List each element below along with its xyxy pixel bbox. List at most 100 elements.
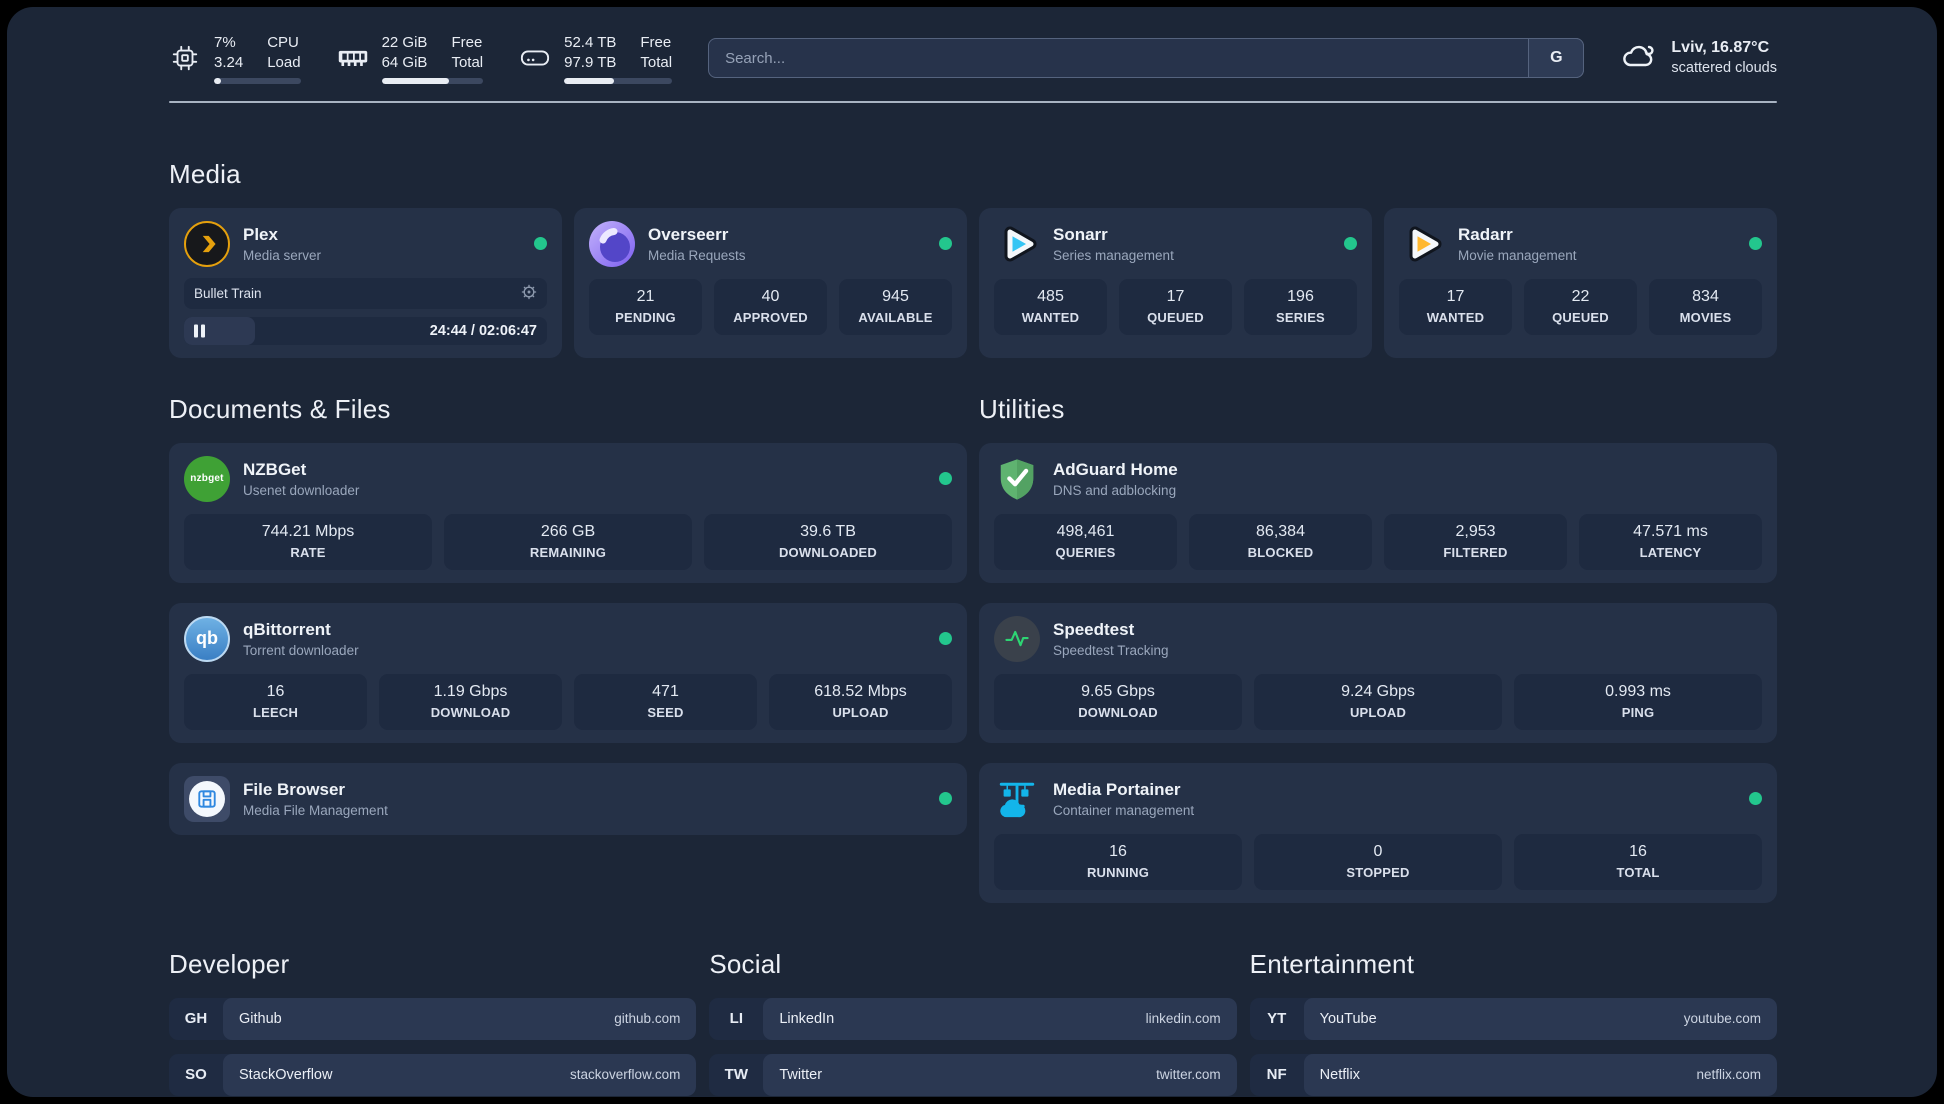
entertainment-section-title: Entertainment bbox=[1249, 948, 1415, 979]
stat-tile: 16 RUNNING bbox=[994, 833, 1242, 890]
status-dot bbox=[1749, 237, 1762, 251]
stat-tile: 86,384 BLOCKED bbox=[1189, 513, 1372, 570]
link-youtube[interactable]: YT YouTube youtube.com bbox=[1249, 997, 1777, 1040]
stat-tile: 9.24 Gbps UPLOAD bbox=[1254, 673, 1502, 730]
link-name: YouTube bbox=[1319, 1010, 1377, 1027]
memory-progress-bar bbox=[381, 77, 484, 84]
service-name: NZBGet bbox=[243, 459, 307, 479]
nzbget-card[interactable]: nzbget NZBGet Usenet downloader 744.21 M… bbox=[169, 442, 967, 583]
utilities-section-title: Utilities bbox=[979, 393, 1065, 424]
search-container: G bbox=[708, 38, 1585, 79]
filebrowser-icon bbox=[184, 775, 230, 822]
ram-icon bbox=[337, 42, 369, 74]
adguard-card[interactable]: AdGuard Home DNS and adblocking 498,461 … bbox=[979, 442, 1777, 583]
plex-icon bbox=[184, 220, 230, 267]
stat-tile: 17 QUEUED bbox=[1119, 278, 1232, 335]
search-input[interactable] bbox=[708, 38, 1585, 79]
qbittorrent-card[interactable]: qb qBittorrent Torrent downloader 16 LEE… bbox=[169, 602, 967, 743]
service-name: AdGuard Home bbox=[1053, 459, 1178, 479]
now-playing-row: Bullet Train bbox=[184, 277, 547, 309]
header-divider bbox=[169, 100, 1777, 103]
link-tag: TW bbox=[724, 1066, 748, 1084]
weather-widget: Lviv, 16.87°C scattered clouds bbox=[1620, 38, 1777, 78]
search-engine-button[interactable]: G bbox=[1528, 38, 1585, 79]
stat-tile: 9.65 Gbps DOWNLOAD bbox=[994, 673, 1242, 730]
service-name: Plex bbox=[243, 224, 278, 244]
stat-tile: 498,461 QUERIES bbox=[994, 513, 1177, 570]
link-stackoverflow[interactable]: SO StackOverflow stackoverflow.com bbox=[169, 1053, 697, 1096]
service-desc: Media Requests bbox=[648, 247, 746, 263]
settings-icon[interactable] bbox=[521, 284, 537, 303]
top-bar: 7% 3.24 CPU Load 22 GiB 64 GiB Free Tota… bbox=[169, 33, 1777, 84]
stat-tile: 196 SERIES bbox=[1244, 278, 1357, 335]
disk-stat: 52.4 TB 97.9 TB Free Total bbox=[519, 33, 673, 84]
link-netflix[interactable]: NF Netflix netflix.com bbox=[1249, 1053, 1777, 1096]
weather-condition: scattered clouds bbox=[1671, 60, 1777, 77]
link-url: linkedin.com bbox=[1145, 1011, 1221, 1027]
status-dot bbox=[1749, 792, 1762, 806]
portainer-icon bbox=[994, 776, 1040, 822]
disk-progress-bar bbox=[564, 77, 673, 84]
status-dot bbox=[939, 632, 952, 646]
stat-tile: 485 WANTED bbox=[994, 278, 1107, 335]
cpu-chip-icon bbox=[169, 42, 201, 74]
radarr-card[interactable]: Radarr Movie management 17 WANTED 22 QUE… bbox=[1384, 207, 1777, 358]
sonarr-card[interactable]: Sonarr Series management 485 WANTED 17 Q… bbox=[979, 207, 1372, 358]
system-stats: 7% 3.24 CPU Load 22 GiB 64 GiB Free Tota… bbox=[169, 33, 673, 84]
status-dot bbox=[939, 237, 952, 251]
service-desc: DNS and adblocking bbox=[1053, 482, 1177, 498]
developer-section: Developer GH Github github.com SO StackO… bbox=[169, 949, 697, 1097]
cpu-usage-value: 7% bbox=[214, 34, 236, 51]
link-url: netflix.com bbox=[1696, 1067, 1761, 1083]
dashboard-panel: 7% 3.24 CPU Load 22 GiB 64 GiB Free Tota… bbox=[7, 7, 1937, 1097]
playback-time: 24:44 / 02:06:47 bbox=[429, 322, 537, 339]
link-url: youtube.com bbox=[1683, 1011, 1761, 1027]
link-tag: NF bbox=[1266, 1066, 1287, 1084]
stat-tile: 2,953 FILTERED bbox=[1384, 513, 1567, 570]
adguard-icon bbox=[994, 456, 1040, 502]
link-linkedin[interactable]: LI LinkedIn linkedin.com bbox=[709, 997, 1237, 1040]
stat-tile: 0.993 ms PING bbox=[1514, 673, 1762, 730]
memory-total-value: 64 GiB bbox=[381, 53, 428, 71]
cloud-icon bbox=[1620, 42, 1658, 75]
link-name: StackOverflow bbox=[239, 1066, 333, 1083]
link-twitter[interactable]: TW Twitter twitter.com bbox=[709, 1053, 1237, 1096]
plex-card[interactable]: Plex Media server Bullet Train 24:44 / 0… bbox=[169, 207, 562, 358]
cpu-stat: 7% 3.24 CPU Load bbox=[169, 33, 301, 84]
status-dot bbox=[939, 792, 952, 806]
overseerr-card[interactable]: Overseerr Media Requests 21 PENDING 40 A… bbox=[574, 207, 967, 358]
link-github[interactable]: GH Github github.com bbox=[169, 997, 697, 1040]
status-dot bbox=[1344, 237, 1357, 251]
status-dot bbox=[939, 472, 952, 486]
service-name: File Browser bbox=[243, 779, 346, 799]
memory-free-label: Free bbox=[451, 34, 483, 51]
portainer-card[interactable]: Media Portainer Container management 16 … bbox=[979, 762, 1777, 903]
link-tag: GH bbox=[184, 1010, 208, 1028]
cpu-progress-bar bbox=[214, 77, 301, 84]
memory-progress-fill bbox=[381, 77, 449, 84]
stat-tile: 744.21 Mbps RATE bbox=[184, 513, 432, 570]
service-name: Overseerr bbox=[648, 224, 729, 244]
weather-location-temp: Lviv, 16.87°C bbox=[1671, 39, 1770, 57]
filebrowser-card[interactable]: File Browser Media File Management bbox=[169, 762, 967, 835]
stat-tile: 21 PENDING bbox=[589, 278, 702, 335]
cpu-load-label: Load bbox=[267, 53, 301, 71]
disk-total-value: 97.9 TB bbox=[564, 53, 617, 71]
speedtest-icon bbox=[994, 615, 1040, 662]
service-desc: Movie management bbox=[1458, 247, 1577, 263]
link-tag: LI bbox=[729, 1010, 743, 1028]
documents-section-title: Documents & Files bbox=[169, 393, 391, 424]
entertainment-section: Entertainment YT YouTube youtube.com NF … bbox=[1249, 948, 1777, 1097]
cpu-load-value: 3.24 bbox=[214, 53, 244, 71]
pause-icon[interactable] bbox=[194, 324, 205, 338]
link-name: Netflix bbox=[1319, 1066, 1360, 1083]
stat-tile: 1.19 Gbps DOWNLOAD bbox=[379, 673, 562, 730]
link-url: github.com bbox=[614, 1011, 681, 1027]
link-name: Github bbox=[239, 1010, 282, 1027]
speedtest-card[interactable]: Speedtest Speedtest Tracking 9.65 Gbps D… bbox=[979, 602, 1777, 743]
stat-tile: 945 AVAILABLE bbox=[839, 278, 952, 335]
stat-tile: 17 WANTED bbox=[1399, 278, 1512, 335]
link-tag: YT bbox=[1267, 1010, 1287, 1028]
overseerr-icon bbox=[589, 220, 635, 267]
link-tag: SO bbox=[185, 1066, 207, 1084]
